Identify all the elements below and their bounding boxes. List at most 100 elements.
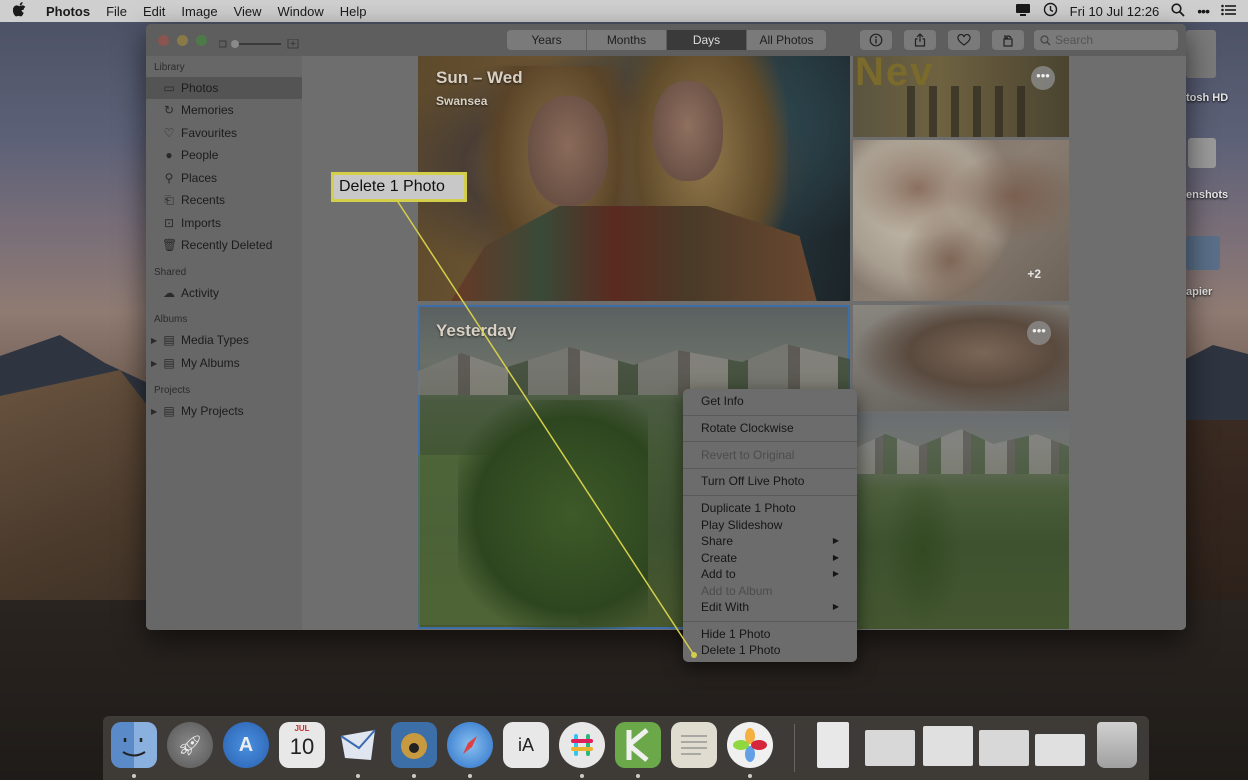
recents-icon: ⎗ xyxy=(164,192,174,207)
disclosure-triangle-icon[interactable]: ▶ xyxy=(151,407,157,416)
menu-edit[interactable]: Edit xyxy=(135,4,173,19)
close-button[interactable] xyxy=(158,35,169,46)
kite-icon[interactable] xyxy=(615,722,661,768)
menu-item-add-to[interactable]: Add to ▶ xyxy=(701,566,849,582)
notes-icon[interactable] xyxy=(671,722,717,768)
wallpaper-folder-icon[interactable] xyxy=(1186,236,1220,270)
photo-tile[interactable]: +2 xyxy=(853,140,1069,301)
minimize-button[interactable] xyxy=(177,35,188,46)
day-group-location[interactable]: Swansea xyxy=(436,94,487,108)
screenshot-file-icon[interactable] xyxy=(865,730,915,766)
menu-separator xyxy=(683,495,857,496)
heart-icon: ♡ xyxy=(163,126,175,140)
sidebar-item-favourites[interactable]: ♡ Favourites xyxy=(146,122,302,144)
menu-item-revert-to-original: Revert to Original xyxy=(701,448,795,462)
document-icon[interactable] xyxy=(817,722,849,768)
share-button[interactable] xyxy=(904,30,936,50)
tab-days[interactable]: Days xyxy=(667,30,747,50)
disclosure-triangle-icon[interactable]: ▶ xyxy=(151,359,157,368)
photo-tile[interactable]: ••• xyxy=(853,305,1069,411)
menu-item-turn-off-live-photo[interactable]: Turn Off Live Photo xyxy=(701,473,849,489)
screenshot-file-icon[interactable] xyxy=(979,730,1029,766)
menu-item-label: Share xyxy=(701,534,734,548)
sidebar-item-label: Photos xyxy=(181,81,219,95)
menu-item-delete-photo[interactable]: Delete 1 Photo xyxy=(701,642,849,658)
screenshot-file-icon[interactable] xyxy=(923,726,973,766)
tab-months[interactable]: Months xyxy=(587,30,667,50)
screenshots-folder-icon[interactable] xyxy=(1188,138,1216,168)
photo-tile[interactable] xyxy=(853,414,1069,629)
notification-center-icon[interactable] xyxy=(1221,4,1236,19)
apple-menu-icon[interactable] xyxy=(0,2,38,20)
sidebar-item-imports[interactable]: ⊡ Imports xyxy=(146,212,302,234)
more-options-button[interactable]: ••• xyxy=(1027,321,1051,345)
info-button[interactable] xyxy=(860,30,892,50)
slack-icon[interactable] xyxy=(559,722,605,768)
menu-item-play-slideshow[interactable]: Play Slideshow xyxy=(701,517,849,533)
menu-image[interactable]: Image xyxy=(173,4,225,19)
menu-item-get-info[interactable]: Get Info xyxy=(701,393,849,409)
running-indicator xyxy=(580,774,584,778)
zoom-button[interactable] xyxy=(196,35,207,46)
trash-icon[interactable] xyxy=(1097,722,1137,768)
menu-item-duplicate[interactable]: Duplicate 1 Photo xyxy=(701,500,849,516)
photo-detail xyxy=(528,96,608,206)
display-icon[interactable] xyxy=(1015,3,1031,20)
sidebar-item-media-types[interactable]: ▶ ▤ Media Types xyxy=(146,329,302,351)
context-menu: Get Info Rotate Clockwise Revert to Orig… xyxy=(683,389,857,662)
menu-item-edit-with[interactable]: Edit With ▶ xyxy=(701,599,849,615)
tweetbot-icon[interactable] xyxy=(391,722,437,768)
calendar-icon[interactable]: JUL 10 xyxy=(279,722,325,768)
screenshot-file-icon[interactable] xyxy=(1035,734,1085,766)
disclosure-triangle-icon[interactable]: ▶ xyxy=(151,336,157,345)
menu-help[interactable]: Help xyxy=(332,4,375,19)
finder-icon[interactable] xyxy=(111,722,157,768)
sidebar-header-projects: Projects xyxy=(154,385,191,396)
sidebar-item-activity[interactable]: ☁︎ Activity xyxy=(146,282,302,304)
menu-item-rotate-clockwise[interactable]: Rotate Clockwise xyxy=(701,420,849,436)
menu-item-create[interactable]: Create ▶ xyxy=(701,550,849,566)
more-photos-count[interactable]: +2 xyxy=(1027,267,1041,281)
mail-icon[interactable] xyxy=(335,722,381,768)
search-placeholder: Search xyxy=(1055,33,1094,47)
search-field[interactable]: Search xyxy=(1034,30,1178,50)
photo-tile[interactable]: Sun – Wed Swansea xyxy=(418,56,850,301)
running-indicator xyxy=(356,774,360,778)
app-store-icon[interactable]: A xyxy=(223,722,269,768)
photos-icon[interactable] xyxy=(727,722,773,768)
tab-all-photos[interactable]: All Photos xyxy=(747,30,826,50)
clock[interactable]: Fri 10 Jul 12:26 xyxy=(1070,4,1160,19)
menu-item-hide-photo[interactable]: Hide 1 Photo xyxy=(701,626,849,642)
sidebar-item-memories[interactable]: ↻ Memories xyxy=(146,99,302,121)
spotlight-icon[interactable] xyxy=(1171,2,1185,20)
thumbnail-size-slider[interactable] xyxy=(218,36,299,49)
photo-tile[interactable]: Nev ••• xyxy=(853,56,1069,137)
sidebar-item-places[interactable]: ⚲ Places xyxy=(146,167,302,189)
sidebar-item-my-albums[interactable]: ▶ ▤ My Albums xyxy=(146,352,302,374)
sidebar-item-recently-deleted[interactable]: 🗑︎ Recently Deleted xyxy=(146,234,302,256)
ia-writer-icon[interactable]: iA xyxy=(503,722,549,768)
view-segmented-control: Years Months Days All Photos xyxy=(507,30,826,50)
calendar-day: 10 xyxy=(289,734,315,759)
sidebar-item-photos[interactable]: ▭ Photos xyxy=(146,77,302,99)
sidebar-header-albums: Albums xyxy=(154,314,188,325)
photo-detail xyxy=(893,86,1033,137)
imports-icon: ⊡ xyxy=(163,216,175,230)
siri-icon[interactable]: ••• xyxy=(1197,3,1210,19)
menu-photos[interactable]: Photos xyxy=(38,4,98,19)
hard-drive-icon[interactable] xyxy=(1186,30,1216,78)
menu-file[interactable]: File xyxy=(98,4,135,19)
launchpad-icon[interactable]: 🚀︎ xyxy=(167,722,213,768)
more-options-button[interactable]: ••• xyxy=(1031,66,1055,90)
menu-item-share[interactable]: Share ▶ xyxy=(701,533,849,549)
sidebar-item-my-projects[interactable]: ▶ ▤ My Projects xyxy=(146,400,302,422)
time-machine-icon[interactable] xyxy=(1043,2,1058,20)
safari-icon[interactable] xyxy=(447,722,493,768)
menu-view[interactable]: View xyxy=(226,4,270,19)
tab-years[interactable]: Years xyxy=(507,30,587,50)
favourite-button[interactable] xyxy=(948,30,980,50)
sidebar-item-people[interactable]: ● People xyxy=(146,144,302,166)
rotate-button[interactable] xyxy=(992,30,1024,50)
menu-window[interactable]: Window xyxy=(270,4,332,19)
sidebar-item-recents[interactable]: ⎗ Recents xyxy=(146,189,302,211)
